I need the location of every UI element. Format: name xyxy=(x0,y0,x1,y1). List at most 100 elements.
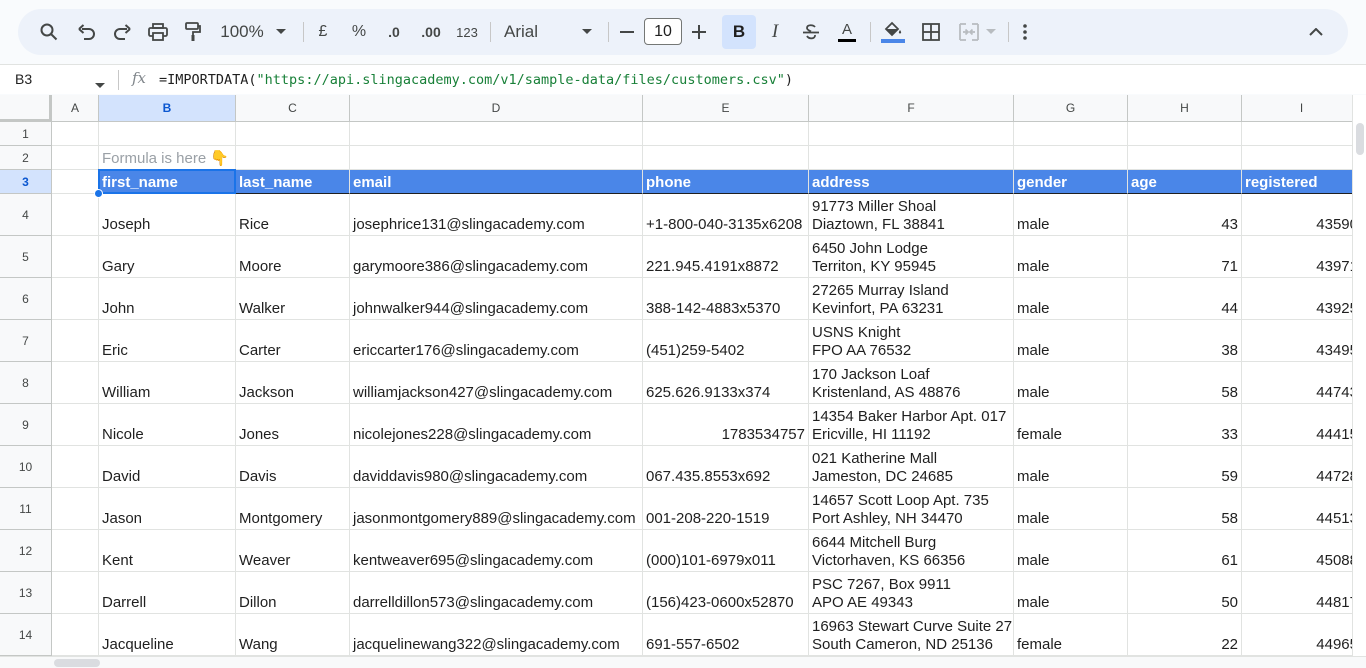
increase-decimal-button[interactable]: .00 xyxy=(416,9,446,55)
column-title-registered[interactable]: registered xyxy=(1242,170,1352,194)
search-menus-icon[interactable] xyxy=(36,9,62,55)
row-header-9[interactable]: 9 xyxy=(0,404,52,446)
cell-email[interactable]: ericcarter176@slingacademy.com xyxy=(350,320,643,362)
font-dropdown-icon[interactable] xyxy=(580,9,594,55)
column-title-first-name[interactable]: first_name xyxy=(99,170,236,194)
column-header-g[interactable]: G xyxy=(1014,95,1128,122)
cell-address[interactable]: 27265 Murray Island Kevinfort, PA 63231 xyxy=(809,278,1014,320)
column-title-age[interactable]: age xyxy=(1128,170,1242,194)
cell-email[interactable]: jasonmontgomery889@slingacademy.com xyxy=(350,488,643,530)
grid-cell[interactable] xyxy=(1014,122,1128,146)
grid-cell[interactable] xyxy=(52,320,99,362)
row-header-7[interactable]: 7 xyxy=(0,320,52,362)
cell-last-name[interactable]: Davis xyxy=(236,446,350,488)
cell-last-name[interactable]: Walker xyxy=(236,278,350,320)
row-header-3[interactable]: 3 xyxy=(0,170,52,194)
font-select[interactable]: Arial xyxy=(504,9,564,55)
row-header-12[interactable]: 12 xyxy=(0,530,52,572)
cell-last-name[interactable]: Carter xyxy=(236,320,350,362)
cell-last-name[interactable]: Moore xyxy=(236,236,350,278)
grid-cell[interactable] xyxy=(236,122,350,146)
cell-age[interactable]: 71 xyxy=(1128,236,1242,278)
increase-font-size-icon[interactable] xyxy=(688,9,710,55)
cell-address[interactable]: 6450 John Lodge Territon, KY 95945 xyxy=(809,236,1014,278)
vertical-scrollbar[interactable] xyxy=(1352,95,1366,656)
cell-email[interactable]: josephrice131@slingacademy.com xyxy=(350,194,643,236)
grid-cell[interactable] xyxy=(809,122,1014,146)
cell-gender[interactable]: male xyxy=(1014,194,1128,236)
column-title-address[interactable]: address xyxy=(809,170,1014,194)
column-header-h[interactable]: H xyxy=(1128,95,1242,122)
cell-phone[interactable]: 001-208-220-1519 xyxy=(643,488,809,530)
grid-cell[interactable] xyxy=(99,122,236,146)
formula-input[interactable]: =IMPORTDATA("https://api.slingacademy.co… xyxy=(159,72,793,88)
italic-button[interactable]: I xyxy=(762,9,788,55)
cell-email[interactable]: garymoore386@slingacademy.com xyxy=(350,236,643,278)
redo-icon[interactable] xyxy=(109,9,135,55)
cell-email[interactable]: jacquelinewang322@slingacademy.com xyxy=(350,614,643,656)
column-header-c[interactable]: C xyxy=(236,95,350,122)
cell-age[interactable]: 22 xyxy=(1128,614,1242,656)
grid-cell[interactable] xyxy=(52,530,99,572)
cell-last-name[interactable]: Weaver xyxy=(236,530,350,572)
more-formats-button[interactable]: 123 xyxy=(452,9,482,55)
cell-last-name[interactable]: Wang xyxy=(236,614,350,656)
horizontal-scrollbar[interactable] xyxy=(0,656,1366,668)
row-header-2[interactable]: 2 xyxy=(0,146,52,170)
cell-gender[interactable]: male xyxy=(1014,530,1128,572)
fill-handle[interactable] xyxy=(94,189,103,198)
cell-registered[interactable]: 43495 xyxy=(1242,320,1352,362)
strikethrough-icon[interactable] xyxy=(798,9,824,55)
cell-age[interactable]: 44 xyxy=(1128,278,1242,320)
cell-address[interactable]: 6644 Mitchell Burg Victorhaven, KS 66356 xyxy=(809,530,1014,572)
cell-registered[interactable]: 45088 xyxy=(1242,530,1352,572)
cell-gender[interactable]: male xyxy=(1014,488,1128,530)
name-box[interactable]: B3 xyxy=(15,71,32,87)
decrease-font-size-icon[interactable] xyxy=(616,9,638,55)
grid-cell[interactable] xyxy=(52,278,99,320)
vertical-scroll-thumb[interactable] xyxy=(1356,123,1364,155)
grid-cell[interactable] xyxy=(52,146,99,170)
grid-cell[interactable] xyxy=(1242,122,1352,146)
cell-first-name[interactable]: Eric xyxy=(99,320,236,362)
cell-age[interactable]: 38 xyxy=(1128,320,1242,362)
cell-phone[interactable]: 067.435.8553x692 xyxy=(643,446,809,488)
grid-cell[interactable] xyxy=(52,362,99,404)
merge-dropdown-icon[interactable] xyxy=(984,9,998,55)
grid-cell[interactable] xyxy=(52,170,99,194)
cell-first-name[interactable]: Joseph xyxy=(99,194,236,236)
cell-first-name[interactable]: Nicole xyxy=(99,404,236,446)
cell-registered[interactable]: 43971 xyxy=(1242,236,1352,278)
cell-first-name[interactable]: Jason xyxy=(99,488,236,530)
cell-age[interactable]: 33 xyxy=(1128,404,1242,446)
grid-cell[interactable] xyxy=(1014,146,1128,170)
cell-first-name[interactable]: William xyxy=(99,362,236,404)
cell-last-name[interactable]: Montgomery xyxy=(236,488,350,530)
cell-age[interactable]: 43 xyxy=(1128,194,1242,236)
column-header-e[interactable]: E xyxy=(643,95,809,122)
borders-icon[interactable] xyxy=(918,9,944,55)
cell-first-name[interactable]: Jacqueline xyxy=(99,614,236,656)
row-header-5[interactable]: 5 xyxy=(0,236,52,278)
grid-cell[interactable] xyxy=(1242,146,1352,170)
cell-first-name[interactable]: David xyxy=(99,446,236,488)
column-title-phone[interactable]: phone xyxy=(643,170,809,194)
grid-cell[interactable] xyxy=(52,236,99,278)
cell-email[interactable]: johnwalker944@slingacademy.com xyxy=(350,278,643,320)
name-box-dropdown-icon[interactable] xyxy=(95,76,105,94)
cell-phone[interactable]: 221.945.4191x8872 xyxy=(643,236,809,278)
column-header-d[interactable]: D xyxy=(350,95,643,122)
column-title-email[interactable]: email xyxy=(350,170,643,194)
cell-registered[interactable]: 44817 xyxy=(1242,572,1352,614)
currency-format-button[interactable]: £ xyxy=(312,9,334,55)
paint-format-icon[interactable] xyxy=(180,9,206,55)
row-header-4[interactable]: 4 xyxy=(0,194,52,236)
column-header-b[interactable]: B xyxy=(99,95,236,122)
cell-registered[interactable]: 44965 xyxy=(1242,614,1352,656)
cell-phone[interactable]: 1783534757 xyxy=(643,404,809,446)
grid-cell[interactable] xyxy=(643,146,809,170)
grid-cell[interactable] xyxy=(236,146,350,170)
cell-address[interactable]: 14354 Baker Harbor Apt. 017 Ericville, HI… xyxy=(809,404,1014,446)
grid-cell[interactable] xyxy=(1128,146,1242,170)
cell-address[interactable]: 16963 Stewart Curve Suite 27 South Camero… xyxy=(809,614,1014,656)
